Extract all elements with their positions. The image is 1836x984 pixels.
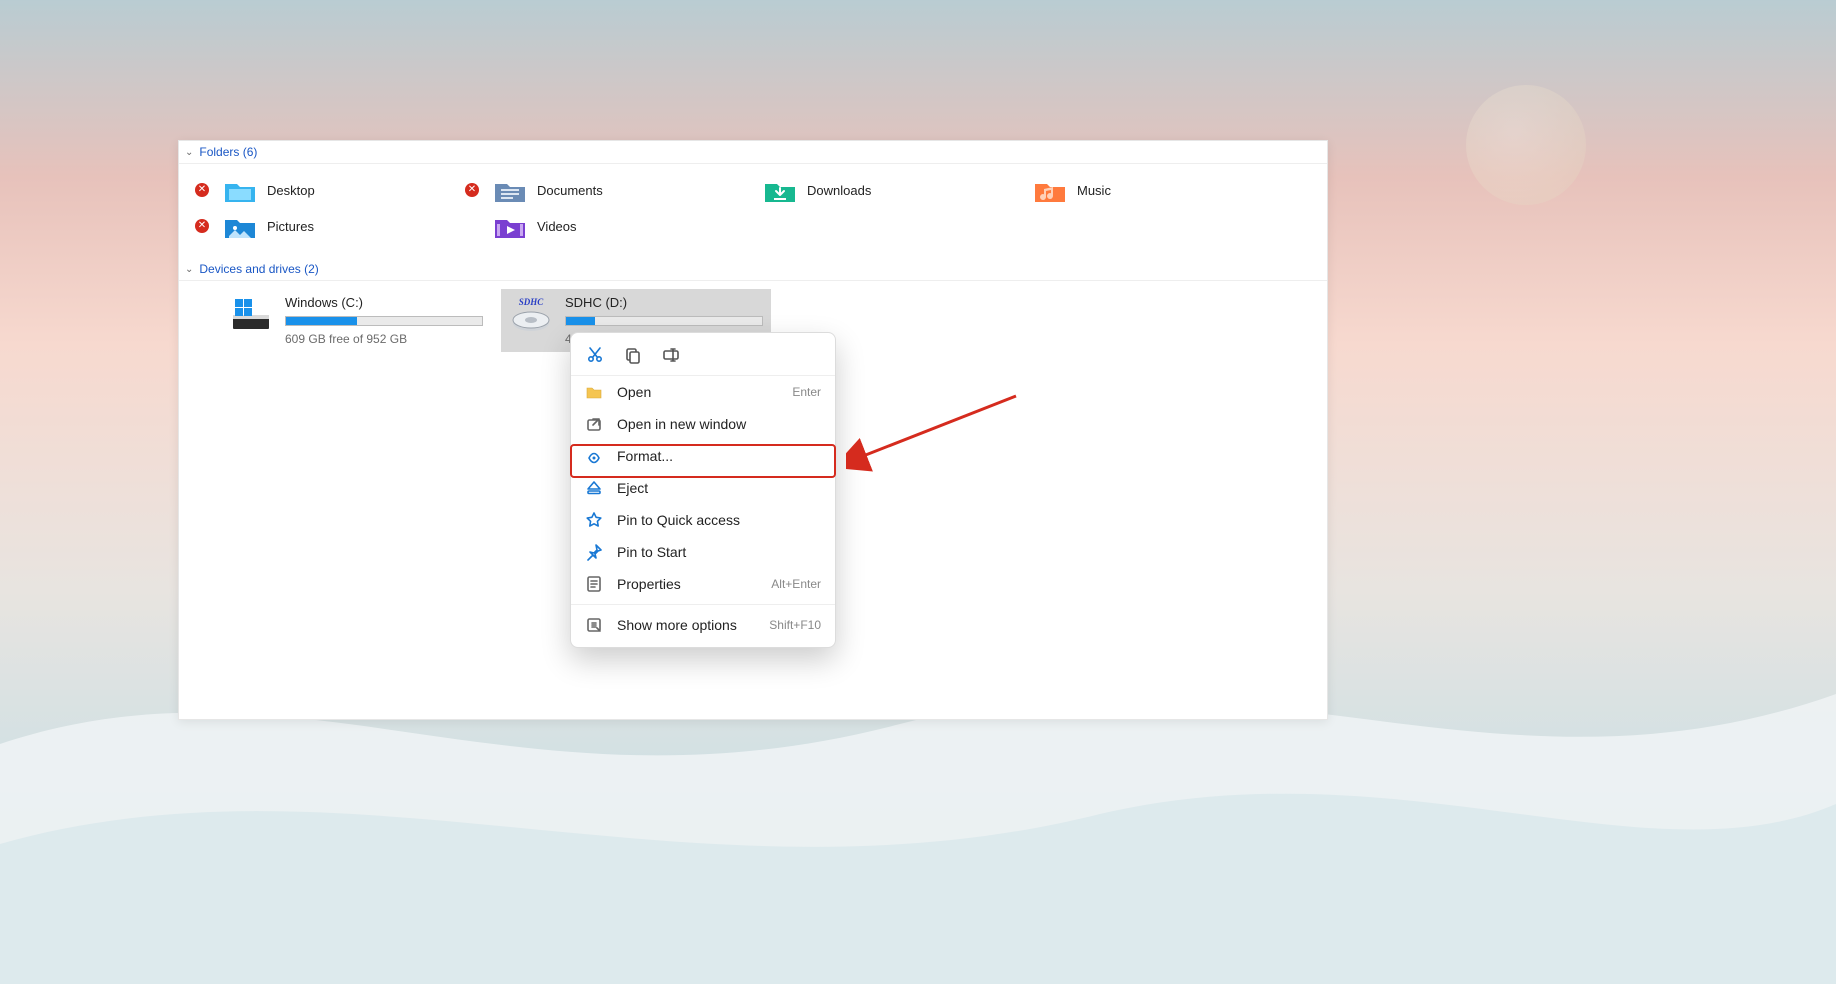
folder-label: Pictures [267,219,314,234]
drive-free-label: 609 GB free of 952 GB [285,332,483,346]
folder-item-documents[interactable]: ✕ Documents [461,172,731,208]
context-menu-item-eject[interactable]: Eject [571,472,835,504]
folder-label: Music [1077,183,1111,198]
drive-item-c[interactable]: Windows (C:) 609 GB free of 952 GB [221,289,491,352]
context-menu-item-label: Format... [617,448,821,464]
context-copy-icon[interactable] [623,345,643,365]
context-menu-separator [571,604,835,605]
context-menu-item-open[interactable]: Open Enter [571,376,835,408]
os-drive-icon [229,295,273,335]
context-menu-item-shortcut: Alt+Enter [771,577,821,591]
context-menu-item-pin-to-start[interactable]: Pin to Start [571,536,835,568]
svg-text:SDHC: SDHC [519,297,545,307]
context-menu-item-label: Open in new window [617,416,821,432]
folders-grid: ✕ Desktop ✕ Documents Downloads Music ✕ Picture… [179,164,1327,258]
music-folder-icon [1033,176,1067,204]
folders-section-header[interactable]: ⌄ Folders (6) [179,141,1327,164]
eject-icon [585,479,603,497]
context-menu-item-shortcut: Enter [792,385,821,399]
context-rename-icon[interactable] [661,345,681,365]
drives-section-header[interactable]: ⌄ Devices and drives (2) [179,258,1327,281]
desktop-folder-icon [223,176,257,204]
pin-icon [585,543,603,561]
context-menu-item-pin-to-quick-access[interactable]: Pin to Quick access [571,504,835,536]
folder-label: Documents [537,183,603,198]
context-menu-item-show-more-options[interactable]: Show more options Shift+F10 [571,609,835,641]
sd-drive-icon: SDHC [509,295,553,335]
context-menu-item-properties[interactable]: Properties Alt+Enter [571,568,835,600]
chevron-down-icon: ⌄ [185,264,193,275]
drive-usage-bar [285,316,483,326]
videos-folder-icon [493,212,527,240]
folder-icon [585,383,603,401]
newwin-icon [585,415,603,433]
format-icon [585,447,603,465]
context-menu-quick-actions [571,339,835,376]
drive-name-label: Windows (C:) [285,295,483,310]
context-menu-item-label: Pin to Start [617,544,821,560]
star-icon [585,511,603,529]
sync-error-badge: ✕ [195,183,209,197]
context-cut-icon[interactable] [585,345,605,365]
drives-header-label: Devices and drives (2) [199,262,318,276]
context-menu-item-label: Show more options [617,617,755,633]
drive-usage-fill [566,317,595,325]
drive-usage-bar [565,316,763,326]
sync-error-badge: ✕ [465,183,479,197]
desktop-moon-decoration [1466,85,1586,205]
context-menu-item-label: Properties [617,576,757,592]
context-menu-item-label: Pin to Quick access [617,512,821,528]
more-icon [585,616,603,634]
folder-item-videos[interactable]: Videos [461,208,731,244]
folder-label: Downloads [807,183,871,198]
context-menu-item-label: Eject [617,480,821,496]
drive-usage-fill [286,317,357,325]
props-icon [585,575,603,593]
context-menu-item-format[interactable]: Format... [571,440,835,472]
drive-info: Windows (C:) 609 GB free of 952 GB [285,295,483,346]
sync-error-badge: ✕ [195,219,209,233]
folder-label: Desktop [267,183,315,198]
context-menu-item-open-in-new-window[interactable]: Open in new window [571,408,835,440]
downloads-folder-icon [763,176,797,204]
context-menu-item-shortcut: Shift+F10 [769,618,821,632]
folder-item-music[interactable]: Music [1001,172,1271,208]
documents-folder-icon [493,176,527,204]
chevron-down-icon: ⌄ [185,147,193,158]
drive-context-menu: Open Enter Open in new window Format... Ejec… [570,332,836,648]
folder-item-downloads[interactable]: Downloads [731,172,1001,208]
drive-name-label: SDHC (D:) [565,295,763,310]
pictures-folder-icon [223,212,257,240]
folder-item-pictures[interactable]: ✕ Pictures [191,208,461,244]
folder-label: Videos [537,219,577,234]
folders-header-label: Folders (6) [199,145,257,159]
folder-item-desktop[interactable]: ✕ Desktop [191,172,461,208]
context-menu-item-label: Open [617,384,778,400]
